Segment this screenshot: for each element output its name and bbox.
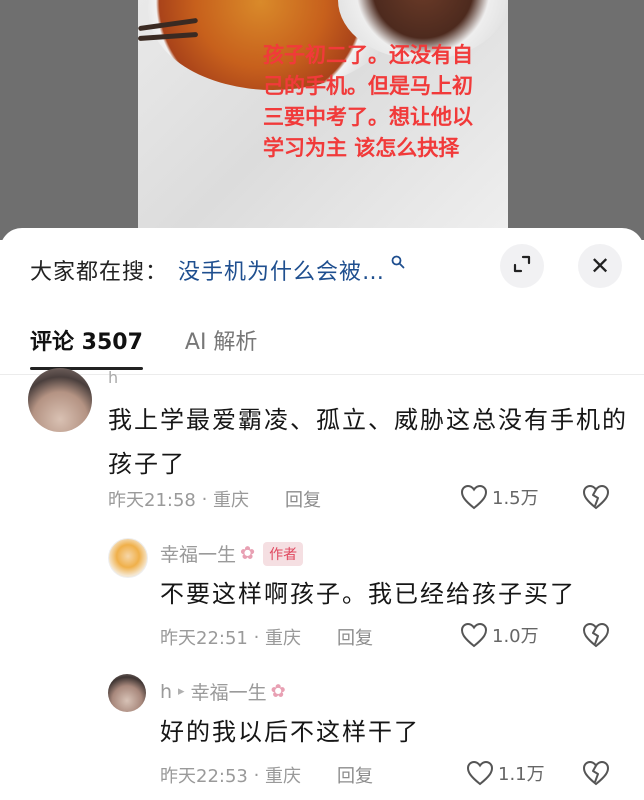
broken-heart-icon <box>582 760 610 786</box>
author-badge: 作者 <box>263 541 304 566</box>
reply-button[interactable]: 回复 <box>285 486 321 512</box>
like-button[interactable]: 1.1万 <box>466 760 545 786</box>
trending-search-query[interactable]: 没手机为什么会被… <box>178 254 385 286</box>
comment-location: 重庆 <box>265 628 302 649</box>
comment-username[interactable]: h <box>160 681 172 703</box>
video-background: 孩子初二了。还没有自己的手机。但是马上初三要中考了。想让他以学习为主 该怎么抉择 <box>0 0 644 240</box>
comment-time: 昨天22:53 <box>160 766 248 787</box>
flower-icon: ✿ <box>270 681 286 702</box>
comment-sheet: 大家都在搜： 没手机为什么会被… ✕ 评论 3507 AI 解析 h 我上学最爱… <box>0 228 644 800</box>
comment-meta: 昨天22:53 · 重庆 回复 <box>160 762 373 788</box>
comment-text: 我上学最爱霸凌、孤立、威胁这总没有手机的孩子了 <box>108 406 628 478</box>
comment-name-row: h ▸ 幸福一生 ✿ <box>160 678 286 705</box>
divider <box>0 374 644 375</box>
heart-icon <box>460 484 488 510</box>
video-frame[interactable]: 孩子初二了。还没有自己的手机。但是马上初三要中考了。想让他以学习为主 该怎么抉择 <box>138 0 508 240</box>
broken-heart-icon <box>582 484 610 510</box>
comment-meta: 昨天21:58 · 重庆 回复 <box>108 486 321 512</box>
flower-icon: ✿ <box>240 543 256 564</box>
dislike-button[interactable] <box>582 760 610 790</box>
comment-location: 重庆 <box>213 490 250 511</box>
comment-text: 好的我以后不这样干了 <box>160 718 420 746</box>
like-count: 1.5万 <box>492 488 539 509</box>
heart-icon <box>460 622 488 648</box>
reply-arrow-icon: ▸ <box>178 684 185 699</box>
tab-comments[interactable]: 评论 3507 <box>30 324 143 370</box>
comment-location: 重庆 <box>265 766 302 787</box>
comment-time: 昨天21:58 <box>108 490 196 511</box>
comment-meta: 昨天22:51 · 重庆 回复 <box>160 624 373 650</box>
like-button[interactable]: 1.5万 <box>460 484 539 510</box>
search-icon <box>391 255 405 273</box>
dislike-button[interactable] <box>582 484 610 514</box>
like-button[interactable]: 1.0万 <box>460 622 539 648</box>
heart-icon <box>466 760 494 786</box>
comment-name-row: 幸福一生 ✿ 作者 <box>160 540 304 567</box>
broken-heart-icon <box>582 622 610 648</box>
close-icon: ✕ <box>589 252 611 280</box>
comment-tabs: 评论 3507 AI 解析 <box>30 324 258 370</box>
trending-search[interactable]: 大家都在搜： 没手机为什么会被… <box>30 252 405 288</box>
comment-username[interactable]: 幸福一生 <box>160 540 236 567</box>
avatar[interactable] <box>108 538 148 578</box>
comment-time: 昨天22:51 <box>160 628 248 649</box>
reply-button[interactable]: 回复 <box>337 624 373 650</box>
like-count: 1.1万 <box>498 764 545 785</box>
comment-username[interactable]: h <box>108 368 118 387</box>
video-overlay-text: 孩子初二了。还没有自己的手机。但是马上初三要中考了。想让他以学习为主 该怎么抉择 <box>263 43 473 160</box>
reply-button[interactable]: 回复 <box>337 762 373 788</box>
close-button[interactable]: ✕ <box>578 244 622 288</box>
trending-search-label: 大家都在搜： <box>30 260 169 285</box>
expand-icon <box>511 253 533 279</box>
avatar[interactable] <box>28 368 92 432</box>
dislike-button[interactable] <box>582 622 610 652</box>
like-count: 1.0万 <box>492 626 539 647</box>
tab-ai-analysis[interactable]: AI 解析 <box>185 324 258 366</box>
expand-button[interactable] <box>500 244 544 288</box>
avatar[interactable] <box>108 674 146 712</box>
comment-text: 不要这样啊孩子。我已经给孩子买了 <box>160 580 576 608</box>
reply-to-username[interactable]: 幸福一生 <box>191 678 267 705</box>
